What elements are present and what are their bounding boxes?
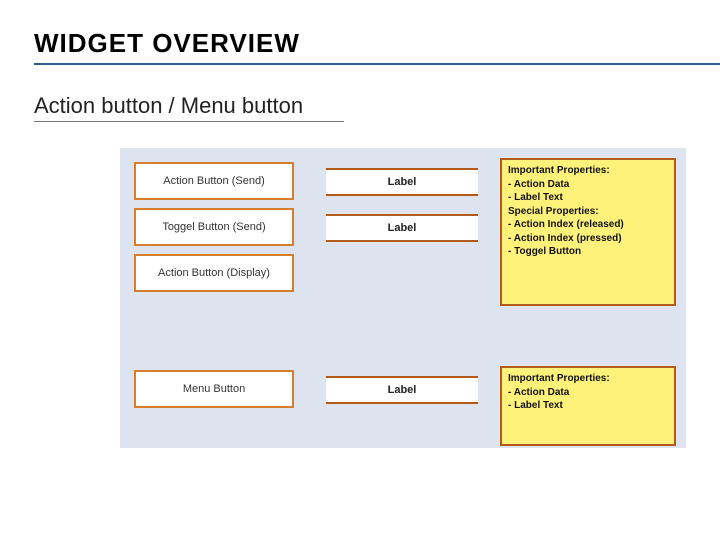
toggle-button-send[interactable]: Toggel Button (Send) bbox=[134, 208, 294, 246]
panel-line: - Action Index (pressed) bbox=[508, 232, 668, 246]
panel-line: - Action Data bbox=[508, 178, 668, 192]
label-field-1: Label bbox=[326, 168, 478, 196]
panel-line: - Label Text bbox=[508, 191, 668, 205]
panel-line: Important Properties: bbox=[508, 164, 668, 178]
properties-panel-menu: Important Properties: - Action Data - La… bbox=[500, 366, 676, 446]
label-field-2: Label bbox=[326, 214, 478, 242]
action-button-display[interactable]: Action Button (Display) bbox=[134, 254, 294, 292]
section-subtitle: Action button / Menu button bbox=[34, 93, 344, 122]
panel-line: Special Properties: bbox=[508, 205, 668, 219]
page-title: WIDGET OVERVIEW bbox=[34, 28, 720, 65]
label-field-3: Label bbox=[326, 376, 478, 404]
widget-stage: Action Button (Send) Toggel Button (Send… bbox=[120, 148, 686, 448]
slide: WIDGET OVERVIEW Action button / Menu but… bbox=[0, 0, 720, 540]
panel-line: - Toggel Button bbox=[508, 245, 668, 259]
action-button-send[interactable]: Action Button (Send) bbox=[134, 162, 294, 200]
panel-line: - Action Data bbox=[508, 386, 668, 400]
panel-line: - Action Index (released) bbox=[508, 218, 668, 232]
menu-button[interactable]: Menu Button bbox=[134, 370, 294, 408]
panel-line: Important Properties: bbox=[508, 372, 668, 386]
panel-line: - Label Text bbox=[508, 399, 668, 413]
properties-panel-action: Important Properties: - Action Data - La… bbox=[500, 158, 676, 306]
